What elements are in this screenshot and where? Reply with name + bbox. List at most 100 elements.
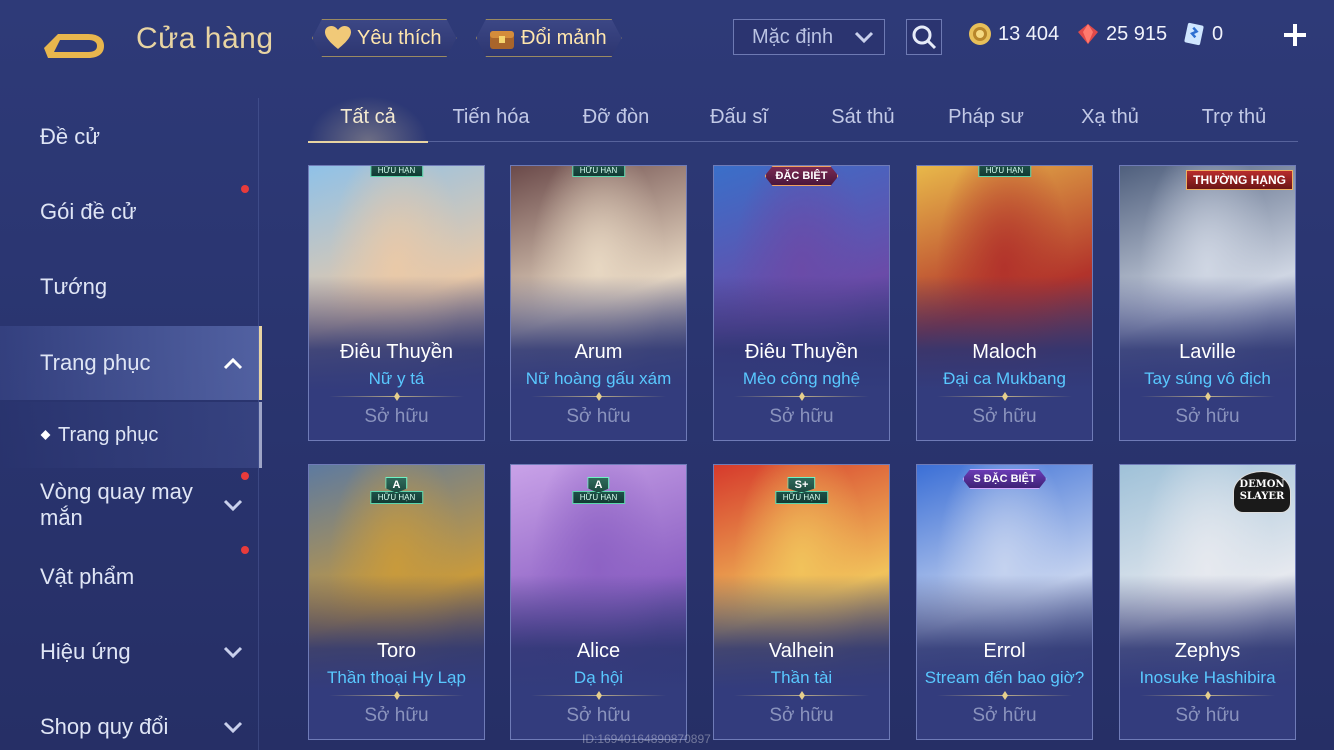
top-bar: Cửa hàng Yêu thích Đổi mảnh Mặc định 13 … <box>0 0 1334 80</box>
search-button[interactable] <box>906 19 942 55</box>
voucher-value: 0 <box>1212 22 1224 45</box>
skin-card[interactable]: A HỮU HẠN Alice Dạ hội Sở hữu <box>510 464 687 740</box>
ownership-status: Sở hữu <box>364 705 429 726</box>
tab-assassin[interactable]: Sát thủ <box>804 96 922 142</box>
sidebar-item-label: Trang phục <box>40 350 151 375</box>
voucher-currency: 0 <box>1182 22 1223 46</box>
limited-badge: HỮU HẠN <box>369 166 424 177</box>
skin-card[interactable]: DEMON SLAYER Zephys Inosuke Hashibira Sở… <box>1119 464 1296 740</box>
sidebar-item-exchange-shop[interactable]: Shop quy đổi <box>0 690 262 750</box>
sidebar-item-label: Shop quy đổi <box>40 714 169 739</box>
skin-name: Nữ y tá <box>368 369 425 388</box>
tier-a-badge: A HỮU HẠN <box>369 477 424 504</box>
tier-s-special-badge: S ĐẶC BIỆT <box>962 469 1046 489</box>
add-currency-button[interactable] <box>1281 21 1309 49</box>
heart-icon <box>323 23 353 53</box>
skin-card[interactable]: S+ HỮU HẠN Valhein Thần tài Sở hữu <box>713 464 890 740</box>
sidebar-item-label: Gói đề cử <box>40 199 137 224</box>
notification-dot <box>241 472 249 480</box>
sidebar-subitem-skins[interactable]: Trang phục <box>0 402 262 468</box>
skin-card[interactable]: S ĐẶC BIỆT Errol Stream đến bao giờ? Sở … <box>916 464 1093 740</box>
exchange-shards-button[interactable]: Đổi mảnh <box>476 19 622 57</box>
sidebar-item-skins[interactable]: Trang phục <box>0 326 262 400</box>
skin-name: Thần tài <box>770 668 833 687</box>
skin-card[interactable]: HỮU HẠN Arum Nữ hoàng gấu xám Sở hữu <box>510 165 687 441</box>
ownership-status: Sở hữu <box>769 705 834 726</box>
ownership-status: Sở hữu <box>1175 406 1240 427</box>
skin-card[interactable]: HỮU HẠN Maloch Đại ca Mukbang Sở hữu <box>916 165 1093 441</box>
tab-all[interactable]: Tất cả <box>308 96 428 143</box>
sort-value: Mặc định <box>752 25 834 48</box>
skin-name: Inosuke Hashibira <box>1139 668 1276 687</box>
plus-icon <box>1284 24 1306 46</box>
sidebar-item-label: Đề cử <box>40 124 100 149</box>
hero-name: Valhein <box>768 640 835 662</box>
ownership-status: Sở hữu <box>566 705 631 726</box>
page-title: Cửa hàng <box>136 22 274 55</box>
skin-card[interactable]: ĐẶC BIỆT Điêu Thuyền Mèo công nghệ Sở hữ… <box>713 165 890 441</box>
skin-card[interactable]: HỮU HẠN Điêu Thuyền Nữ y tá Sở hữu <box>308 165 485 441</box>
ownership-status: Sở hữu <box>1175 705 1240 726</box>
ownership-status: Sở hữu <box>364 406 429 427</box>
hero-name: Zephys <box>1174 640 1241 662</box>
hero-name: Laville <box>1179 341 1236 363</box>
sidebar-item-label: Tướng <box>40 274 108 299</box>
sidebar-item-effects[interactable]: Hiệu ứng <box>0 615 262 689</box>
skin-name: Thần thoại Hy Lạp <box>327 668 466 687</box>
skin-card[interactable]: A HỮU HẠN Toro Thần thoại Hy Lạp Sở hữu <box>308 464 485 740</box>
ownership-status: Sở hữu <box>972 705 1037 726</box>
role-tabs: Tất cả Tiến hóa Đỡ đòn Đấu sĩ Sát thủ Ph… <box>308 96 1298 143</box>
tab-support[interactable]: Trợ thủ <box>1174 96 1294 142</box>
gold-value: 13 404 <box>998 22 1060 45</box>
sidebar-item-label: Vật phẩm <box>40 564 135 589</box>
favorite-button[interactable]: Yêu thích <box>312 19 457 57</box>
skin-name: Tay súng vô địch <box>1144 369 1271 388</box>
hero-name: Maloch <box>972 341 1037 363</box>
tier-a-badge: A HỮU HẠN <box>571 477 626 504</box>
exchange-label: Đổi mảnh <box>521 26 607 49</box>
ranked-badge: THƯỜNG HẠNG <box>1186 170 1293 190</box>
chevron-down-icon <box>223 646 243 659</box>
sidebar-item-label: Hiệu ứng <box>40 639 131 664</box>
back-button[interactable] <box>38 22 110 62</box>
search-icon <box>912 25 937 50</box>
notification-dot <box>241 546 249 554</box>
gold-currency: 13 404 <box>968 22 1059 46</box>
tab-mage[interactable]: Pháp sư <box>926 96 1046 142</box>
tab-tank[interactable]: Đỡ đòn <box>556 96 676 142</box>
limited-badge: HỮU HẠN <box>977 166 1032 177</box>
sidebar-subitem-label: Trang phục <box>58 424 159 446</box>
sidebar-item-items[interactable]: Vật phẩm <box>0 540 262 614</box>
skin-card[interactable]: THƯỜNG HẠNG Laville Tay súng vô địch Sở … <box>1119 165 1296 441</box>
watermark-id: ID:1694016489087​0897 <box>582 732 711 746</box>
treasure-chest-icon <box>487 23 517 53</box>
back-arrow-icon <box>44 34 104 58</box>
hero-name: Alice <box>576 640 621 662</box>
limited-badge: HỮU HẠN <box>571 166 626 177</box>
skin-name: Nữ hoàng gấu xám <box>525 369 672 388</box>
tab-fighter[interactable]: Đấu sĩ <box>680 96 798 142</box>
tier-s-plus-badge: S+ HỮU HẠN <box>774 477 829 504</box>
sidebar-item-recommended[interactable]: Đề cử <box>0 100 262 174</box>
sidebar: Đề cử Gói đề cử Tướng Trang phục Trang p… <box>0 98 262 750</box>
ownership-status: Sở hữu <box>769 406 834 427</box>
skin-name: Dạ hội <box>573 668 624 687</box>
blue-voucher-icon <box>1184 22 1204 46</box>
gold-coin-icon <box>969 23 991 45</box>
hero-name: Điêu Thuyền <box>339 341 454 363</box>
hero-name: Toro <box>377 640 416 662</box>
demon-slayer-logo: DEMON SLAYER <box>1233 471 1291 513</box>
hero-name: Errol <box>983 640 1026 662</box>
sidebar-item-heroes[interactable]: Tướng <box>0 250 262 324</box>
notification-dot <box>241 185 249 193</box>
skin-name: Đại ca Mukbang <box>943 369 1066 388</box>
sidebar-item-lucky-wheel[interactable]: Vòng quay may mắn <box>0 468 262 542</box>
ownership-status: Sở hữu <box>566 406 631 427</box>
bullet-diamond-icon <box>40 430 51 440</box>
skin-name: Mèo công nghệ <box>742 369 861 388</box>
diamond-currency: 25 915 <box>1076 22 1167 46</box>
tab-marksman[interactable]: Xạ thủ <box>1050 96 1170 142</box>
sidebar-item-recommended-packs[interactable]: Gói đề cử <box>0 175 262 249</box>
sort-dropdown[interactable]: Mặc định <box>733 19 885 55</box>
tab-evolution[interactable]: Tiến hóa <box>432 96 550 142</box>
